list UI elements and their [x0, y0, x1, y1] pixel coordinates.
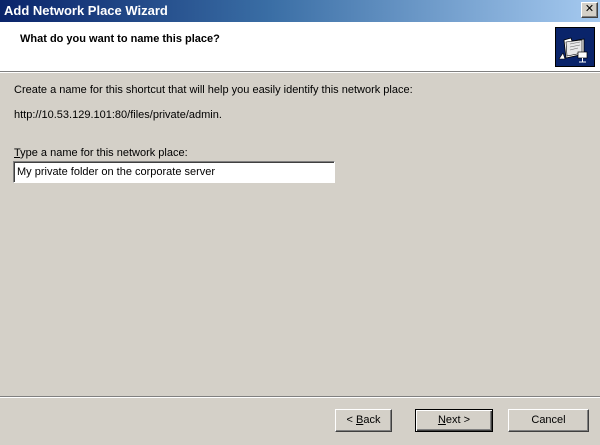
back-arrow: < — [346, 414, 356, 426]
back-label: ack — [363, 414, 381, 426]
next-accel: N — [437, 414, 446, 426]
wizard-window: Add Network Place Wizard ✕ What do you w… — [0, 0, 600, 445]
back-button[interactable]: < Back — [335, 409, 392, 432]
cancel-button[interactable]: Cancel — [508, 409, 589, 432]
wizard-content: Create a name for this shortcut that wil… — [0, 73, 600, 393]
description-text: Create a name for this shortcut that wil… — [14, 84, 413, 96]
name-field-label: Type a name for this network place: — [14, 147, 188, 159]
close-icon: ✕ — [584, 3, 595, 15]
next-label: ext — [445, 414, 461, 426]
network-folder-wizard-icon — [555, 27, 595, 67]
name-field-label-rest: ype a name for this network place: — [20, 147, 188, 159]
footer-divider — [0, 396, 600, 398]
network-path-text: http://10.53.129.101:80/files/private/ad… — [14, 109, 222, 121]
wizard-header: What do you want to name this place? — [0, 22, 600, 73]
window-title: Add Network Place Wizard — [4, 3, 168, 18]
close-button[interactable]: ✕ — [581, 2, 598, 18]
header-title: What do you want to name this place? — [20, 33, 220, 45]
title-bar[interactable]: Add Network Place Wizard ✕ — [0, 0, 600, 22]
next-arrow: > — [460, 414, 471, 426]
next-button[interactable]: Next > — [415, 409, 493, 432]
network-place-name-input[interactable] — [13, 161, 335, 183]
